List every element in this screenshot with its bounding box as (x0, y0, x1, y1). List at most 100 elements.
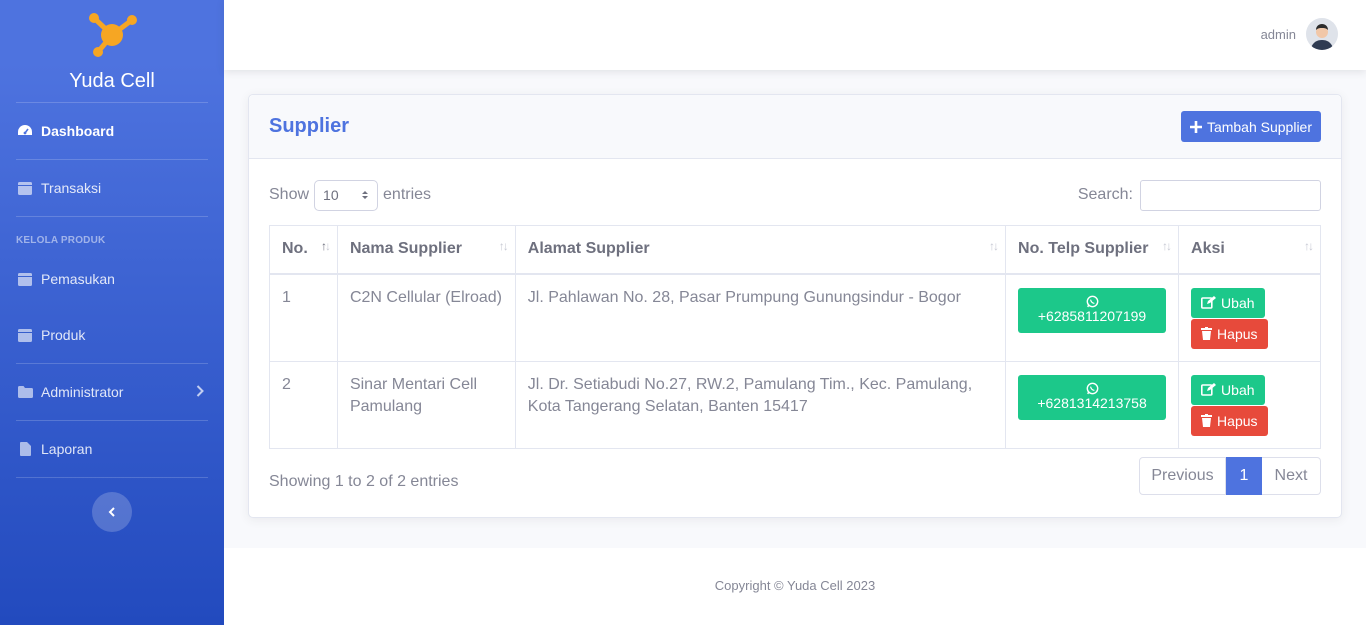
search-control: Search: (1078, 179, 1321, 211)
sort-icon: ↑↓ (1304, 239, 1314, 253)
search-label: Search: (1077, 186, 1133, 203)
plus-icon (1189, 120, 1202, 133)
chevron-left-icon (108, 507, 115, 517)
column-header-label: Alamat Supplier (527, 240, 650, 258)
pagination-page-1[interactable]: 1 (1226, 457, 1262, 495)
delete-label: Hapus (1217, 412, 1258, 429)
phone-number: +6281314213758 (1037, 395, 1147, 411)
column-header-alamat[interactable]: Alamat Supplier ↑↓ (514, 225, 1007, 275)
sort-caret-icon (362, 191, 369, 199)
trash-icon (1201, 414, 1213, 427)
column-header-label: Aksi (1191, 240, 1225, 258)
whatsapp-button[interactable]: +6285811207199 (1018, 287, 1167, 333)
pagination-next[interactable]: Next (1262, 457, 1321, 495)
sidebar-item-pemasukan[interactable]: Pemasukan (0, 251, 224, 307)
whatsapp-button[interactable]: +6281314213758 (1018, 374, 1167, 420)
sidebar-item-label: Dashboard (41, 123, 115, 139)
cell-alamat: Jl. Dr. Setiabudi No.27, RW.2, Pamulang … (514, 360, 1007, 449)
table-controls: Show 10 entries Search: (269, 179, 1321, 211)
brand-name: Yuda Cell (69, 70, 155, 92)
column-header-no[interactable]: No. ↑↓ (269, 225, 338, 275)
entries-select[interactable]: 10 (314, 179, 379, 211)
cell-alamat: Jl. Pahlawan No. 28, Pasar Prumpung Gunu… (514, 273, 1007, 362)
table-row: 1 C2N Cellular (Elroad) Jl. Pahlawan No.… (269, 273, 1321, 362)
entries-label: entries (383, 186, 432, 203)
edit-button[interactable]: Ubah (1191, 287, 1265, 318)
user-menu[interactable]: admin (1261, 18, 1338, 50)
footer: Copyright © Yuda Cell 2023 (224, 548, 1366, 625)
sidebar-item-dashboard[interactable]: Dashboard (0, 103, 224, 159)
column-header-label: No. Telp Supplier (1018, 240, 1149, 258)
column-header-label: No. (282, 240, 308, 258)
sort-icon: ↑↓ (989, 239, 999, 253)
delete-label: Hapus (1217, 325, 1258, 342)
edit-button[interactable]: Ubah (1191, 374, 1265, 405)
sidebar-item-produk[interactable]: Produk (0, 307, 224, 363)
sidebar: Yuda Cell Dashboard Transaksi KELOLA PRO… (0, 0, 224, 625)
delete-button[interactable]: Hapus (1191, 318, 1268, 349)
sort-asc-icon: ↑↓ (320, 239, 331, 253)
column-header-aksi[interactable]: Aksi ↑↓ (1178, 225, 1321, 275)
cell-no: 2 (269, 360, 338, 449)
cell-aksi: Ubah Hapus (1178, 360, 1321, 449)
cell-telp: +6285811207199 (1005, 273, 1180, 362)
sidebar-item-administrator[interactable]: Administrator (0, 364, 224, 420)
column-header-telp[interactable]: No. Telp Supplier ↑↓ (1005, 225, 1180, 275)
edit-icon (1201, 296, 1217, 309)
table-row: 2 Sinar Mentari Cell Pamulang Jl. Dr. Se… (269, 360, 1321, 449)
trash-icon (1201, 327, 1213, 340)
brand[interactable]: Yuda Cell (0, 0, 224, 102)
topbar: admin (224, 0, 1366, 70)
pagination-previous[interactable]: Previous (1139, 457, 1226, 495)
edit-label: Ubah (1221, 381, 1255, 398)
tachometer-icon (17, 123, 33, 139)
search-input[interactable] (1140, 179, 1321, 211)
sort-icon: ↑↓ (498, 239, 509, 253)
cell-aksi: Ubah Hapus (1178, 273, 1321, 362)
folder-icon (17, 384, 33, 400)
sidebar-item-label: Transaksi (41, 180, 102, 196)
edit-icon (1201, 383, 1217, 396)
avatar (1306, 18, 1338, 50)
whatsapp-icon (1086, 295, 1098, 308)
sidebar-item-label: Administrator (41, 384, 124, 400)
supplier-card: Supplier Tambah Supplier Show 10 entries… (248, 94, 1342, 518)
entries-control: Show 10 entries (269, 179, 431, 211)
table-icon (17, 327, 33, 343)
sidebar-item-label: Produk (41, 327, 86, 343)
edit-label: Ubah (1221, 294, 1255, 311)
column-header-nama[interactable]: Nama Supplier ↑↓ (336, 225, 516, 275)
table-info: Showing 1 to 2 of 2 entries (269, 473, 459, 490)
card-header: Supplier Tambah Supplier (249, 95, 1341, 159)
phone-number: +6285811207199 (1037, 308, 1147, 324)
entries-value: 10 (323, 187, 339, 203)
sidebar-item-laporan[interactable]: Laporan (0, 421, 224, 477)
sidebar-heading: KELOLA PRODUK (16, 235, 106, 246)
delete-button[interactable]: Hapus (1191, 405, 1268, 436)
show-label: Show (269, 186, 310, 203)
sort-icon: ↑↓ (1162, 239, 1172, 253)
table-icon (17, 180, 33, 196)
sidebar-item-label: Pemasukan (41, 271, 115, 287)
cell-nama: C2N Cellular (Elroad) (336, 273, 516, 362)
column-header-label: Nama Supplier (349, 240, 462, 258)
username: admin (1260, 26, 1296, 42)
file-icon (17, 441, 33, 457)
cell-nama: Sinar Mentari Cell Pamulang (336, 360, 516, 449)
add-supplier-button[interactable]: Tambah Supplier (1180, 111, 1321, 142)
whatsapp-icon (1086, 382, 1098, 395)
copyright-text: Copyright © Yuda Cell 2023 (714, 578, 876, 593)
sidebar-toggle-button[interactable] (92, 492, 132, 532)
sidebar-divider (16, 477, 208, 478)
cell-telp: +6281314213758 (1005, 360, 1180, 449)
sidebar-item-label: Laporan (41, 441, 93, 457)
chevron-right-icon (196, 384, 204, 400)
pagination: Previous 1 Next (1139, 457, 1321, 495)
table-header-row: No. ↑↓ Nama Supplier ↑↓ Alamat Supplier … (269, 225, 1321, 275)
supplier-table: No. ↑↓ Nama Supplier ↑↓ Alamat Supplier … (269, 225, 1321, 449)
add-supplier-label: Tambah Supplier (1206, 118, 1312, 135)
table-icon (17, 271, 33, 287)
sidebar-item-transaksi[interactable]: Transaksi (0, 160, 224, 216)
page-title: Supplier (269, 115, 350, 137)
molecule-logo-icon (89, 13, 137, 57)
